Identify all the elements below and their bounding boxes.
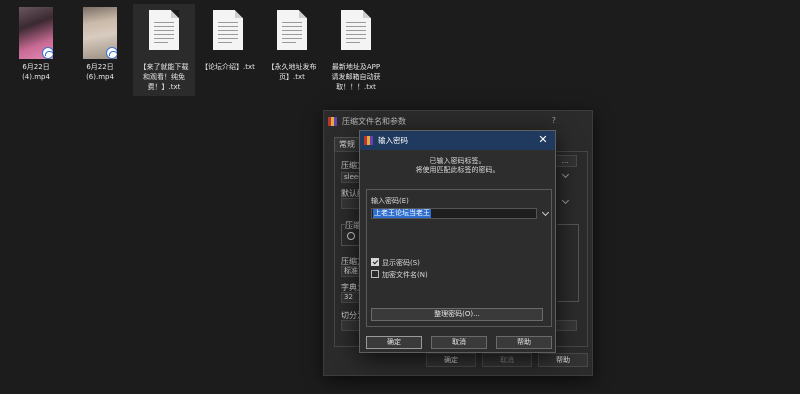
chevron-down-icon[interactable] xyxy=(561,196,570,205)
password-group: 输入密码(E) 上老王论坛当老王 显示密码(S) 加密文件名(N) 整理密码(O… xyxy=(366,189,552,327)
ok-button[interactable]: 确定 xyxy=(426,353,476,367)
media-player-icon xyxy=(106,47,117,59)
file-name: 最新地址及APP 请发邮箱自动获 取！！！.txt xyxy=(331,63,381,91)
file-name: 【论坛介绍】.txt xyxy=(201,63,255,71)
winrar-icon xyxy=(328,116,337,126)
dialog-titlebar: 输入密码 xyxy=(360,131,555,150)
chevron-down-icon[interactable] xyxy=(561,170,570,179)
cancel-button[interactable]: 取消 xyxy=(482,353,532,367)
organize-passwords-button[interactable]: 整理密码(O)... xyxy=(371,308,543,321)
password-dialog: 输入密码 ✕ 已输入密码标签。 将使用匹配此标签的密码。 输入密码(E) 上老王… xyxy=(359,130,556,353)
file-text-3[interactable]: 【永久地址发布 页】.txt xyxy=(261,4,323,96)
help-button[interactable]: 帮助 xyxy=(538,353,588,367)
file-text-1[interactable]: 【来了就能下载 和观看！纯免 费！】.txt xyxy=(133,4,195,96)
info-line-2: 将使用匹配此标签的密码。 xyxy=(415,166,500,174)
chevron-down-icon[interactable] xyxy=(541,208,550,217)
help-button[interactable]: ? xyxy=(552,116,556,125)
radio-rar[interactable] xyxy=(347,232,355,240)
password-input[interactable]: 上老王论坛当老王 xyxy=(371,208,537,219)
text-document-icon xyxy=(277,10,307,50)
cancel-button[interactable]: 取消 xyxy=(431,336,487,349)
file-name: 【永久地址发布 页】.txt xyxy=(267,63,317,81)
encrypt-names-checkbox[interactable] xyxy=(371,270,379,278)
video-thumbnail xyxy=(83,7,117,59)
file-name: 6月22日 (4).mp4 xyxy=(22,63,50,81)
tab-general[interactable]: 常规 xyxy=(334,137,360,151)
text-document-icon xyxy=(149,10,179,50)
ok-button[interactable]: 确定 xyxy=(366,336,422,349)
file-name: 6月22日 (6).mp4 xyxy=(86,63,114,81)
file-video-2[interactable]: 6月22日 (6).mp4 xyxy=(69,4,131,96)
media-player-icon xyxy=(42,47,53,59)
file-text-2[interactable]: 【论坛介绍】.txt xyxy=(197,4,259,96)
split-unit-field[interactable] xyxy=(553,320,577,331)
info-text: 已输入密码标签。 将使用匹配此标签的密码。 xyxy=(360,157,555,175)
encrypt-names-label: 加密文件名(N) xyxy=(382,271,428,279)
file-name: 【来了就能下载 和观看！纯免 费！】.txt xyxy=(139,63,189,91)
browse-button[interactable]: ... xyxy=(553,155,577,167)
file-video-1[interactable]: 6月22日 (4).mp4 xyxy=(5,4,67,96)
enter-password-label: 输入密码(E) xyxy=(371,197,409,205)
file-text-4[interactable]: 最新地址及APP 请发邮箱自动获 取！！！.txt xyxy=(325,4,387,96)
help-button[interactable]: 帮助 xyxy=(496,336,552,349)
winrar-icon xyxy=(364,136,373,145)
show-password-checkbox[interactable] xyxy=(371,258,379,266)
options-group xyxy=(557,224,579,302)
dialog-title: 输入密码 xyxy=(378,136,408,145)
close-icon[interactable]: ✕ xyxy=(536,133,550,147)
text-document-icon xyxy=(213,10,243,50)
video-thumbnail xyxy=(19,7,53,59)
text-document-icon xyxy=(341,10,371,50)
password-value: 上老王论坛当老王 xyxy=(373,209,431,218)
window-title: 压缩文件名和参数 xyxy=(342,116,406,126)
info-line-1: 已输入密码标签。 xyxy=(429,157,486,165)
show-password-label: 显示密码(S) xyxy=(382,259,420,267)
